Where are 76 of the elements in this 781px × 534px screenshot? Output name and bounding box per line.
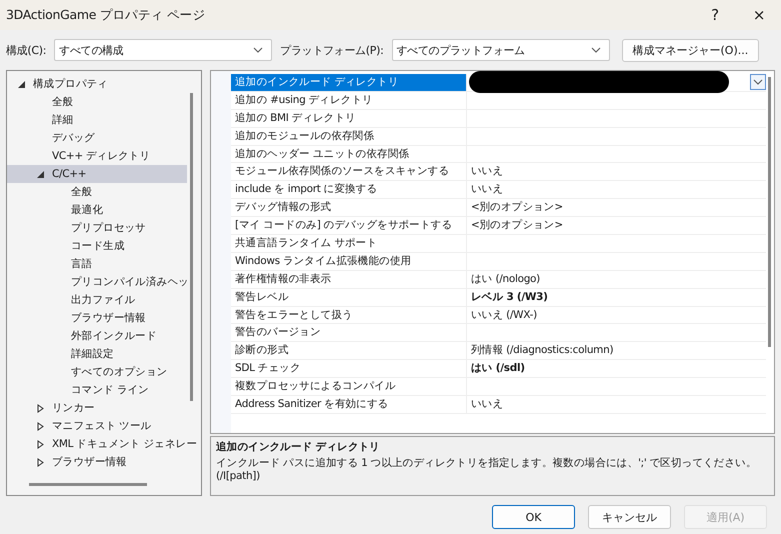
property-value: <別のオプション> [471,219,563,232]
tree-item[interactable]: XML ドキュメント ジェネレー [7,435,197,453]
help-button[interactable]: ? [693,6,737,24]
tree-item[interactable]: 出力ファイル [7,291,187,309]
collapsed-triangle-icon[interactable] [36,440,44,448]
tree-item[interactable]: マニフェスト ツール [7,417,187,435]
property-value: 列情報 (/diagnostics:column) [471,344,614,356]
configuration-dropdown[interactable]: すべての構成 [54,39,272,61]
tree-item[interactable]: 詳細 [7,111,187,129]
expanded-triangle-icon[interactable] [36,170,44,178]
tree-item[interactable]: プリプロセッサ [7,219,187,237]
property-name[interactable]: 追加の BMI ディレクトリ [231,110,467,127]
dialog-button[interactable]: OK [492,505,575,529]
property-value: レベル 3 (/W3) [471,290,548,303]
property-name[interactable]: 警告のバージョン [231,324,467,342]
property-name[interactable]: 複数プロセッサによるコンパイル [231,378,467,396]
chevron-down-icon [753,79,763,85]
collapsed-triangle-icon[interactable] [36,458,44,466]
property-value: <別のオプション> [471,201,563,214]
description-text: インクルード パスに追加する 1 つ以上のディレクトリを指定します。複数の場合には、';' で区切ってください。(/I[path]) [216,456,758,482]
property-name[interactable]: [マイ コードのみ] のデバッグをサポートする [231,217,467,234]
tree-item[interactable]: ブラウザー情報 [7,309,187,327]
tree-item[interactable]: コード生成 [7,237,187,255]
property-name[interactable]: Address Sanitizer を有効にする [231,396,467,413]
property-name[interactable]: 警告をエラーとして扱う [231,306,467,324]
property-value: いいえ [471,165,504,178]
property-value: はい (/nologo) [471,272,540,285]
close-button[interactable]: × [737,6,781,24]
tree-item[interactable]: コマンド ライン [7,381,187,399]
description-title: 追加のインクルード ディレクトリ [216,440,381,454]
dialog-button[interactable]: キャンセル [588,505,671,529]
vertical-scrollbar[interactable] [190,93,193,401]
property-name[interactable]: デバッグ情報の形式 [231,199,467,216]
window-title: 3DActionGame プロパティ ページ [6,6,206,24]
property-name[interactable]: 追加のモジュールの依存関係 [231,128,467,145]
tree-item[interactable]: デバッグ [7,129,187,147]
configuration-label: 構成(C): [6,42,46,58]
property-name[interactable]: モジュール依存関係のソースをスキャンする [231,163,467,180]
chevron-down-icon [253,47,264,53]
vertical-scrollbar[interactable] [768,77,771,347]
configuration-manager-button[interactable]: 構成マネージャー(O)... [622,38,760,62]
property-name[interactable]: 追加のインクルード ディレクトリ [231,74,467,91]
horizontal-scrollbar[interactable] [29,483,147,486]
property-value: いいえ [471,183,504,196]
collapsed-triangle-icon[interactable] [36,422,44,430]
tree-item[interactable]: プリコンパイル済みヘッ [7,273,189,291]
tree-item[interactable]: 全般 [7,93,187,111]
property-name[interactable]: 追加のヘッダー ユニットの依存関係 [231,146,467,162]
tree-item[interactable]: すべてのオプション [7,363,187,381]
property-value: いいえ [471,398,504,410]
tree-item[interactable]: 言語 [7,255,187,273]
dropdown-button[interactable] [750,74,766,90]
property-value: いいえ (/WX-) [471,308,537,321]
chevron-down-icon [590,47,600,53]
tree-item[interactable]: ブラウザー情報 [7,453,187,471]
tree-item[interactable]: VC++ ディレクトリ [7,147,187,165]
property-name[interactable]: 著作権情報の非表示 [231,270,467,288]
property-name[interactable]: 警告レベル [231,288,467,306]
platform-label: プラットフォーム(P): [280,42,384,58]
property-name[interactable]: SDL チェック [231,360,467,378]
tree-item[interactable]: 構成プロパティ [7,75,187,93]
tree-item[interactable]: リンカー [7,399,187,417]
property-name[interactable]: 診断の形式 [231,342,467,360]
platform-dropdown[interactable]: すべてのプラットフォーム [392,39,610,61]
tree-item[interactable]: 最適化 [7,201,187,219]
collapsed-triangle-icon[interactable] [36,404,44,412]
property-value: はい (/sdl) [471,362,525,374]
expanded-triangle-icon[interactable] [18,80,24,88]
tree-item[interactable]: 全般 [7,183,187,201]
property-name[interactable]: Windows ランタイム拡張機能の使用 [231,252,467,270]
tree-item[interactable]: C/C++ [7,165,187,183]
tree-item[interactable]: 詳細設定 [7,345,187,363]
tree-item[interactable]: 外部インクルード [7,327,187,345]
property-name[interactable]: include を import に変換する [231,181,467,198]
property-name[interactable]: 追加の #using ディレクトリ [231,92,467,109]
property-name[interactable]: 共通言語ランタイム サポート [231,235,467,252]
